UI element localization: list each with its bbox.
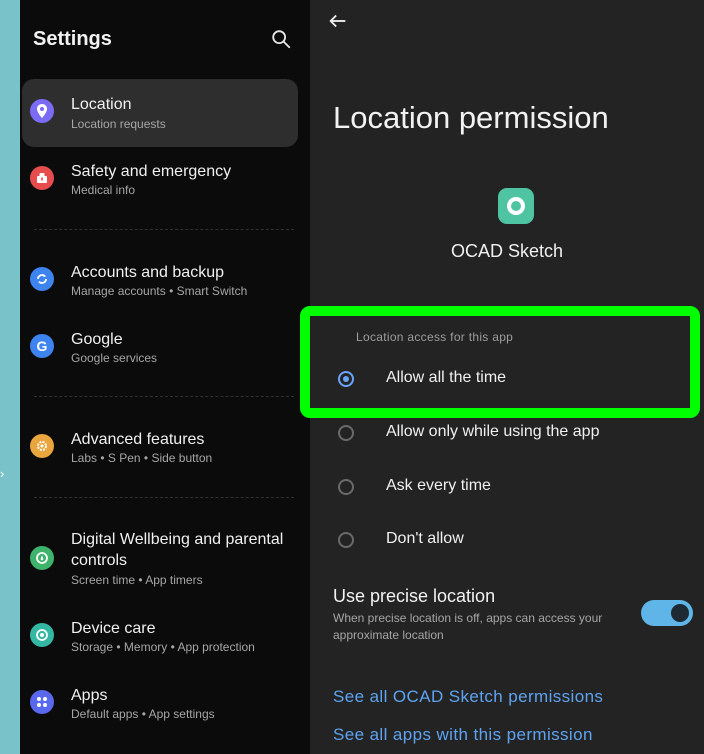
sidebar-item-subtitle: Screen time • App timers [71,573,203,587]
precise-location-title: Use precise location [333,586,496,606]
apps-grid-icon [30,690,54,714]
settings-sidebar: Settings Location Location requests Safe… [20,0,310,754]
sidebar-item-subtitle: Location requests [71,117,166,131]
chevron-right-icon: › [0,466,5,481]
radio-allow-all-the-time[interactable]: Allow all the time [310,355,704,405]
radio-ask-every-time[interactable]: Ask every time [310,463,704,513]
sidebar-item-title: Location [71,96,132,113]
sidebar-item-subtitle: Google services [71,351,158,365]
radio-dont-allow[interactable]: Don't allow [310,516,704,566]
alert-icon [30,166,54,190]
radio-label: Don't allow [386,530,464,547]
radio-button[interactable] [338,371,354,387]
gear-plus-icon [30,434,54,458]
sidebar-item-google[interactable]: G Google Google services [20,314,310,382]
sidebar-item-title: Accounts and backup [71,264,224,281]
sync-icon [30,267,54,291]
permission-panel: Location permission OCAD Sketch Location… [300,0,704,754]
sidebar-item-apps[interactable]: Apps Default apps • App settings [20,670,310,738]
sidebar-item-title: Apps [71,687,108,704]
radio-label: Ask every time [386,477,491,494]
app-name: OCAD Sketch [450,241,564,261]
sidebar-item-device-care[interactable]: Device care Storage • Memory • App prote… [20,603,310,671]
device-screen: Settings Location Location requests Safe… [20,0,704,754]
radio-button[interactable] [338,479,354,495]
precise-location-description: When precise location is off, apps can a… [333,611,603,642]
sidebar-item-subtitle: Storage • Memory • App protection [71,640,255,654]
sidebar-item-accounts[interactable]: Accounts and backup Manage accounts • Sm… [20,247,310,315]
precise-location-toggle[interactable] [641,600,693,626]
location-pin-icon [30,99,54,123]
sidebar-item-subtitle: Default apps • App settings [71,707,215,721]
search-icon[interactable] [270,28,292,50]
divider [34,497,294,499]
sidebar-item-location[interactable]: Location Location requests [22,79,298,147]
sidebar-item-title: Device care [71,620,156,637]
sidebar-item-title: Digital Wellbeing and parental [71,531,284,548]
radio-button[interactable] [338,532,354,548]
divider [34,396,294,398]
sidebar-item-subtitle: Manage accounts • Smart Switch [71,284,248,298]
sidebar-item-title-line2: controls [71,552,128,569]
sidebar-item-safety[interactable]: Safety and emergency Medical info [20,146,310,214]
radio-label: Allow only while using the app [386,423,600,440]
sidebar-item-subtitle: Medical info [71,183,136,197]
sidebar-item-digital-wellbeing[interactable]: Digital Wellbeing and parental controls … [20,514,310,594]
sidebar-item-advanced-features[interactable]: Advanced features Labs • S Pen • Side bu… [20,414,310,482]
sidebar-item-title: Safety and emergency [71,163,232,180]
sidebar-item-title: Advanced features [71,431,205,448]
radio-button[interactable] [338,425,354,441]
link-see-apps-with-permission[interactable]: See all apps with this permission [333,725,593,745]
app-icon [498,188,534,224]
radio-allow-while-using[interactable]: Allow only while using the app [310,409,704,459]
settings-title: Settings [33,28,112,50]
divider [34,229,294,231]
section-label: Location access for this app [356,330,514,344]
sidebar-item-title: Google [71,331,123,348]
google-icon: G [30,334,54,358]
page-title: Location permission [333,100,609,135]
wellbeing-icon [30,546,54,570]
device-care-icon [30,623,54,647]
radio-label: Allow all the time [386,369,507,386]
sidebar-item-subtitle: Labs • S Pen • Side button [71,451,213,465]
back-arrow-icon[interactable] [327,10,349,32]
link-see-app-permissions[interactable]: See all OCAD Sketch permissions [333,687,603,707]
